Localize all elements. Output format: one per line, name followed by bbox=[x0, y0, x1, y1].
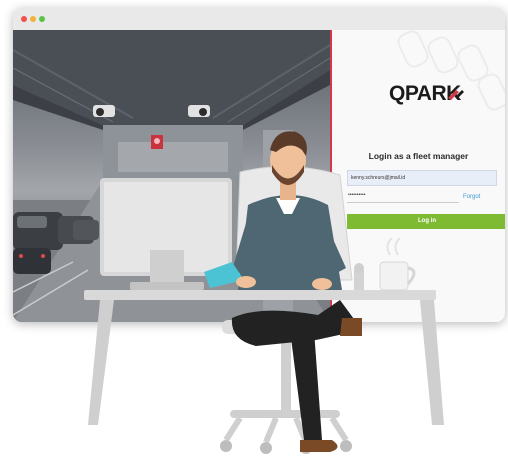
man-at-desk-illustration bbox=[84, 131, 444, 454]
